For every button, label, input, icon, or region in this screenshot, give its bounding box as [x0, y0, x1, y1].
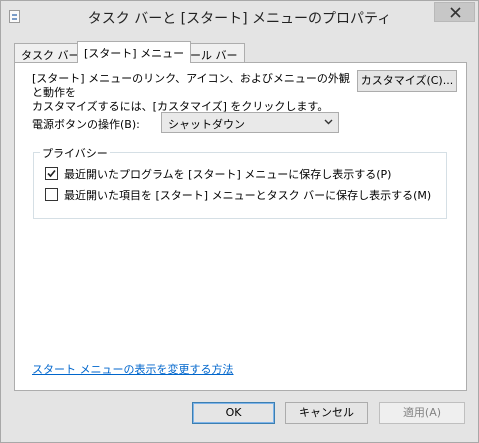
- power-button-select[interactable]: シャットダウン: [161, 112, 339, 133]
- properties-dialog: タスク バーと [スタート] メニューのプロパティ タスク バー [スタート] …: [0, 0, 479, 443]
- apply-button[interactable]: 適用(A): [379, 402, 465, 424]
- privacy-group: プライバシー 最近開いたプログラムを [スタート] メニューに保存し表示する(P…: [33, 145, 447, 219]
- close-button[interactable]: [434, 2, 475, 22]
- tab-start-menu[interactable]: [スタート] メニュー: [77, 41, 192, 63]
- recent-items-checkbox[interactable]: [45, 188, 58, 201]
- privacy-group-label: プライバシー: [40, 145, 110, 161]
- power-button-value: シャットダウン: [168, 118, 245, 131]
- description-text: [スタート] メニューのリンク、アイコン、およびメニューの外観と動作を カスタマ…: [32, 72, 350, 113]
- ok-button[interactable]: OK: [192, 402, 275, 424]
- checkmark-icon: [47, 169, 56, 178]
- chevron-down-icon: [324, 119, 333, 125]
- recent-programs-label: 最近開いたプログラムを [スタート] メニューに保存し表示する(P): [64, 168, 392, 181]
- recent-programs-checkbox[interactable]: [45, 167, 58, 180]
- customize-button[interactable]: カスタマイズ(C)...: [357, 70, 457, 92]
- tab-taskbar[interactable]: タスク バー: [14, 43, 87, 63]
- start-menu-panel: [スタート] メニューのリンク、アイコン、およびメニューの外観と動作を カスタマ…: [14, 62, 467, 391]
- window-title: タスク バーと [スタート] メニューのプロパティ: [87, 11, 392, 27]
- recent-items-label: 最近開いた項目を [スタート] メニューとタスク バーに保存し表示する(M): [64, 189, 432, 202]
- cancel-button[interactable]: キャンセル: [285, 402, 368, 424]
- close-icon: [450, 7, 461, 18]
- title-bar: タスク バーと [スタート] メニューのプロパティ: [1, 1, 478, 33]
- help-link[interactable]: スタート メニューの表示を変更する方法: [32, 361, 234, 377]
- power-button-label: 電源ボタンの操作(B):: [32, 118, 140, 131]
